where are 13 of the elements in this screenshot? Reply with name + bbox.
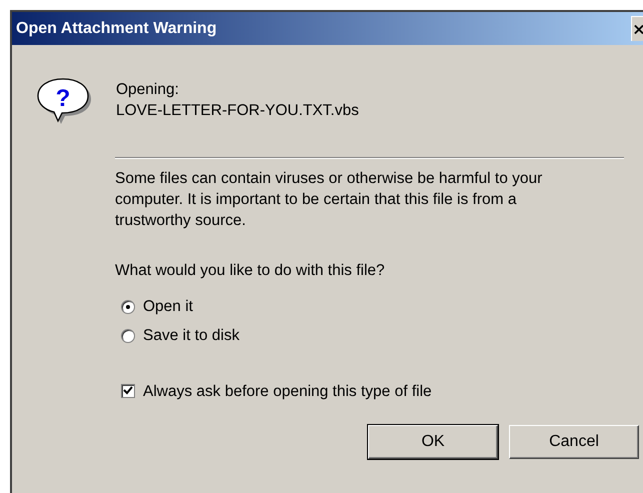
checkbox-label[interactable]: Always ask before opening this type of file [143, 380, 432, 403]
radio-option[interactable]: Open it [121, 295, 643, 318]
question-text: What would you like to do with this file? [115, 261, 386, 281]
radio-option[interactable]: Save it to disk [121, 324, 643, 348]
close-button[interactable] [631, 16, 643, 41]
cancel-button[interactable]: Cancel [509, 424, 639, 459]
warning-message: Some files can contain viruses or otherwise be harmful to your computer. It is important to be certain that this file is from a trustworthy source. [115, 169, 544, 231]
close-icon [634, 24, 643, 34]
ok-button[interactable]: OK [368, 424, 498, 459]
window-title: Open Attachment Warning [16, 18, 217, 38]
checkbox[interactable] [121, 384, 135, 398]
file-name: LOVE-LETTER-FOR-YOU.TXT.vbs [116, 101, 359, 121]
opening-label: Opening: [116, 80, 180, 100]
